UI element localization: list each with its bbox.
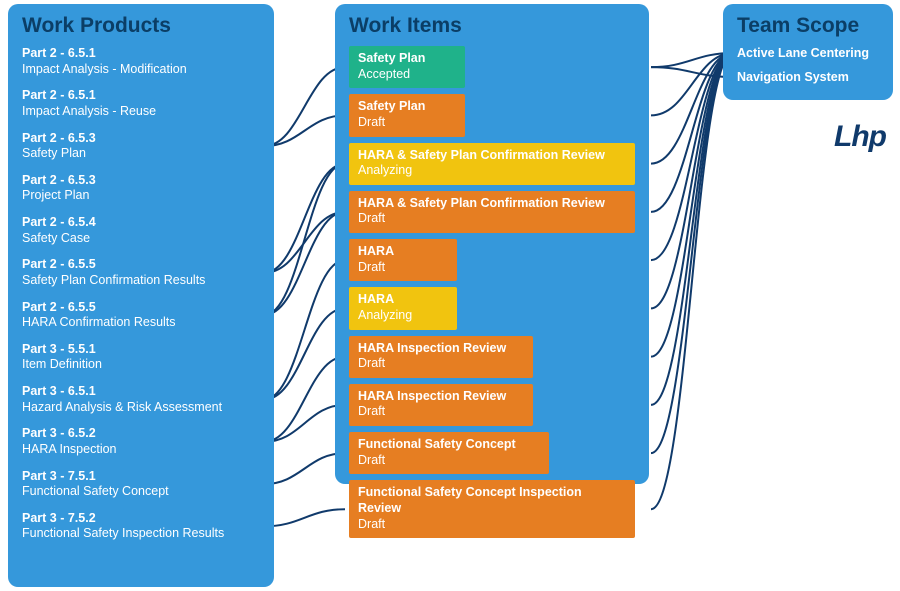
work-item-status: Analyzing: [358, 163, 626, 179]
team-scope-item[interactable]: Active Lane Centering: [737, 46, 879, 60]
work-product-part: Part 2 - 6.5.5: [22, 300, 260, 316]
work-items-title: Work Items: [349, 14, 635, 38]
team-scope-list: Active Lane Centering Navigation System: [737, 46, 879, 84]
work-item-title: Functional Safety Concept: [358, 437, 540, 453]
work-product-part: Part 2 - 6.5.4: [22, 215, 260, 231]
work-product-desc: Impact Analysis - Reuse: [22, 104, 260, 120]
work-item-card[interactable]: HARA Inspection ReviewDraft: [349, 384, 533, 426]
lhp-logo: Lhp: [834, 120, 886, 154]
work-product-item[interactable]: Part 3 - 6.5.2HARA Inspection: [22, 426, 260, 457]
work-product-item[interactable]: Part 3 - 7.5.1Functional Safety Concept: [22, 469, 260, 500]
work-item-card[interactable]: Functional Safety Concept Inspection Rev…: [349, 480, 635, 538]
work-item-status: Draft: [358, 115, 456, 131]
work-product-part: Part 2 - 6.5.1: [22, 46, 260, 62]
work-item-title: HARA Inspection Review: [358, 389, 524, 405]
work-item-status: Draft: [358, 404, 524, 420]
work-product-desc: Functional Safety Inspection Results: [22, 526, 260, 542]
work-product-part: Part 3 - 5.5.1: [22, 342, 260, 358]
work-product-item[interactable]: Part 2 - 6.5.4Safety Case: [22, 215, 260, 246]
work-products-title: Work Products: [22, 14, 260, 38]
work-product-part: Part 3 - 7.5.2: [22, 511, 260, 527]
work-product-part: Part 3 - 6.5.1: [22, 384, 260, 400]
work-item-status: Accepted: [358, 67, 456, 83]
work-item-title: Safety Plan: [358, 51, 456, 67]
work-item-status: Draft: [358, 260, 448, 276]
work-product-item[interactable]: Part 3 - 5.5.1Item Definition: [22, 342, 260, 373]
work-item-status: Draft: [358, 453, 540, 469]
work-product-desc: Safety Case: [22, 231, 260, 247]
team-scope-item[interactable]: Navigation System: [737, 70, 879, 84]
work-product-desc: HARA Confirmation Results: [22, 315, 260, 331]
work-product-item[interactable]: Part 2 - 6.5.5HARA Confirmation Results: [22, 300, 260, 331]
work-product-part: Part 2 - 6.5.1: [22, 88, 260, 104]
work-product-desc: Safety Plan Confirmation Results: [22, 273, 260, 289]
work-item-status: Analyzing: [358, 308, 448, 324]
work-product-desc: HARA Inspection: [22, 442, 260, 458]
work-item-title: HARA: [358, 244, 448, 260]
work-product-desc: Project Plan: [22, 188, 260, 204]
work-item-status: Draft: [358, 517, 626, 533]
work-item-title: HARA Inspection Review: [358, 341, 524, 357]
work-product-desc: Hazard Analysis & Risk Assessment: [22, 400, 260, 416]
work-item-card[interactable]: HARA & Safety Plan Confirmation ReviewAn…: [349, 143, 635, 185]
work-item-card[interactable]: Safety PlanAccepted: [349, 46, 465, 88]
work-product-item[interactable]: Part 2 - 6.5.3Safety Plan: [22, 131, 260, 162]
diagram-canvas: Work Products Part 2 - 6.5.1Impact Analy…: [0, 0, 900, 591]
work-product-desc: Safety Plan: [22, 146, 260, 162]
work-item-title: HARA & Safety Plan Confirmation Review: [358, 196, 626, 212]
work-product-item[interactable]: Part 3 - 6.5.1Hazard Analysis & Risk Ass…: [22, 384, 260, 415]
work-product-item[interactable]: Part 2 - 6.5.5Safety Plan Confirmation R…: [22, 257, 260, 288]
team-scope-title: Team Scope: [737, 14, 879, 38]
work-product-item[interactable]: Part 3 - 7.5.2Functional Safety Inspecti…: [22, 511, 260, 542]
work-items-panel: Work Items Safety PlanAcceptedSafety Pla…: [335, 4, 649, 484]
work-item-status: Draft: [358, 211, 626, 227]
work-item-card[interactable]: HARAAnalyzing: [349, 287, 457, 329]
work-product-item[interactable]: Part 2 - 6.5.1Impact Analysis - Reuse: [22, 88, 260, 119]
work-items-list: Safety PlanAcceptedSafety PlanDraftHARA …: [349, 46, 635, 538]
work-item-title: Functional Safety Concept Inspection Rev…: [358, 485, 626, 516]
work-item-title: HARA: [358, 292, 448, 308]
work-products-panel: Work Products Part 2 - 6.5.1Impact Analy…: [8, 4, 274, 587]
work-product-desc: Item Definition: [22, 357, 260, 373]
work-product-part: Part 2 - 6.5.5: [22, 257, 260, 273]
work-item-card[interactable]: HARA & Safety Plan Confirmation ReviewDr…: [349, 191, 635, 233]
work-product-part: Part 2 - 6.5.3: [22, 173, 260, 189]
work-product-desc: Impact Analysis - Modification: [22, 62, 260, 78]
work-product-item[interactable]: Part 2 - 6.5.1Impact Analysis - Modifica…: [22, 46, 260, 77]
team-scope-panel: Team Scope Active Lane Centering Navigati…: [723, 4, 893, 100]
work-product-part: Part 3 - 7.5.1: [22, 469, 260, 485]
work-item-card[interactable]: Functional Safety ConceptDraft: [349, 432, 549, 474]
work-item-card[interactable]: HARA Inspection ReviewDraft: [349, 336, 533, 378]
work-item-card[interactable]: Safety PlanDraft: [349, 94, 465, 136]
work-product-desc: Functional Safety Concept: [22, 484, 260, 500]
work-item-card[interactable]: HARADraft: [349, 239, 457, 281]
work-item-title: Safety Plan: [358, 99, 456, 115]
work-item-status: Draft: [358, 356, 524, 372]
work-products-list: Part 2 - 6.5.1Impact Analysis - Modifica…: [22, 46, 260, 542]
work-product-part: Part 2 - 6.5.3: [22, 131, 260, 147]
work-product-item[interactable]: Part 2 - 6.5.3Project Plan: [22, 173, 260, 204]
work-item-title: HARA & Safety Plan Confirmation Review: [358, 148, 626, 164]
work-product-part: Part 3 - 6.5.2: [22, 426, 260, 442]
